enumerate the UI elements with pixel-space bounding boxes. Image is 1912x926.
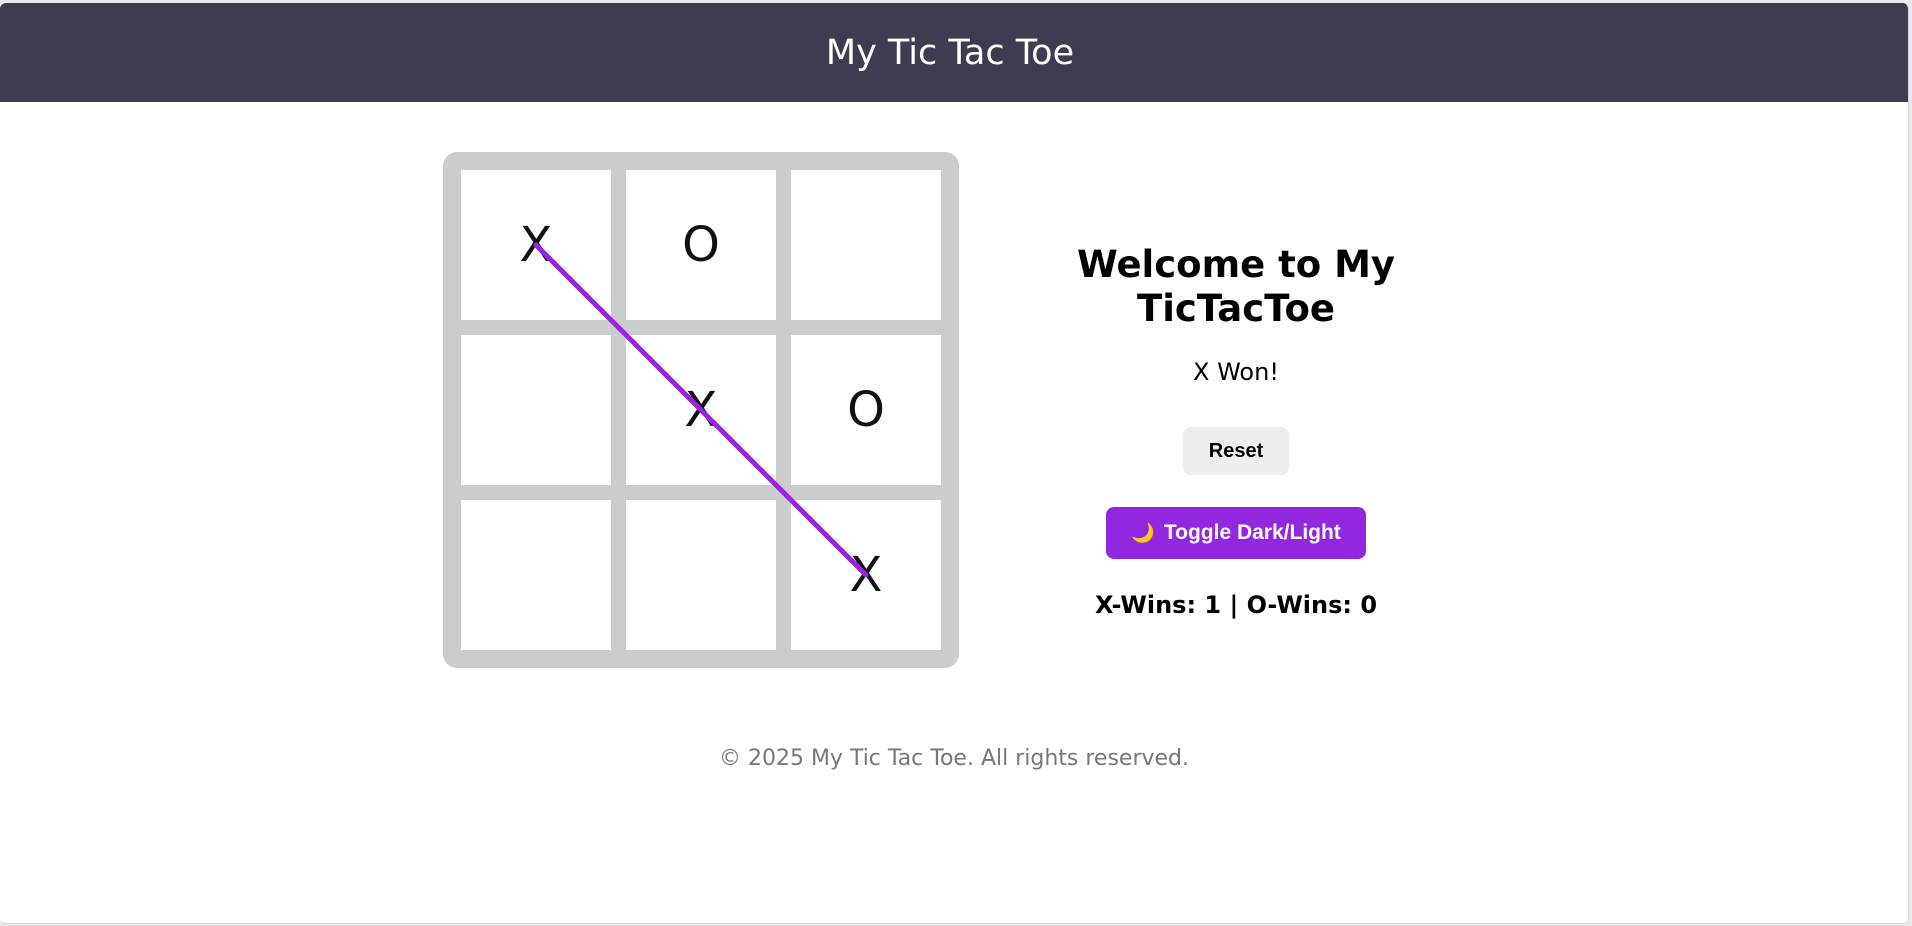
score-display: X-Wins: 1 | O-Wins: 0: [1094, 591, 1378, 619]
board-cell-9[interactable]: X: [791, 500, 941, 650]
board-cell-8[interactable]: [626, 500, 776, 650]
app-title: My Tic Tac Toe: [825, 32, 1075, 73]
info-panel: Welcome to My TicTacToe X Won! Reset 🌙 T…: [990, 243, 1482, 619]
board-cell-6[interactable]: O: [791, 335, 941, 485]
board-cell-3[interactable]: [791, 170, 941, 320]
moon-icon: 🌙: [1131, 523, 1155, 544]
app-window: My Tic Tac Toe X O X O X Welcome to My T…: [0, 3, 1909, 924]
reset-button[interactable]: Reset: [1183, 427, 1289, 475]
theme-toggle-label: Toggle Dark/Light: [1163, 521, 1341, 544]
board-cell-7[interactable]: [461, 500, 611, 650]
theme-toggle-button[interactable]: 🌙 Toggle Dark/Light: [1106, 507, 1366, 559]
welcome-title: Welcome to My TicTacToe: [1076, 243, 1396, 330]
game-status: X Won!: [1193, 358, 1279, 386]
page-footer: © 2025 My Tic Tac Toe. All rights reserv…: [718, 746, 1190, 771]
board-cell-1[interactable]: X: [461, 170, 611, 320]
board-cell-4[interactable]: [461, 335, 611, 485]
board-cell-2[interactable]: O: [626, 170, 776, 320]
board-cell-5[interactable]: X: [626, 335, 776, 485]
app-header: My Tic Tac Toe: [0, 3, 1908, 102]
game-board: X O X O X: [443, 152, 959, 668]
